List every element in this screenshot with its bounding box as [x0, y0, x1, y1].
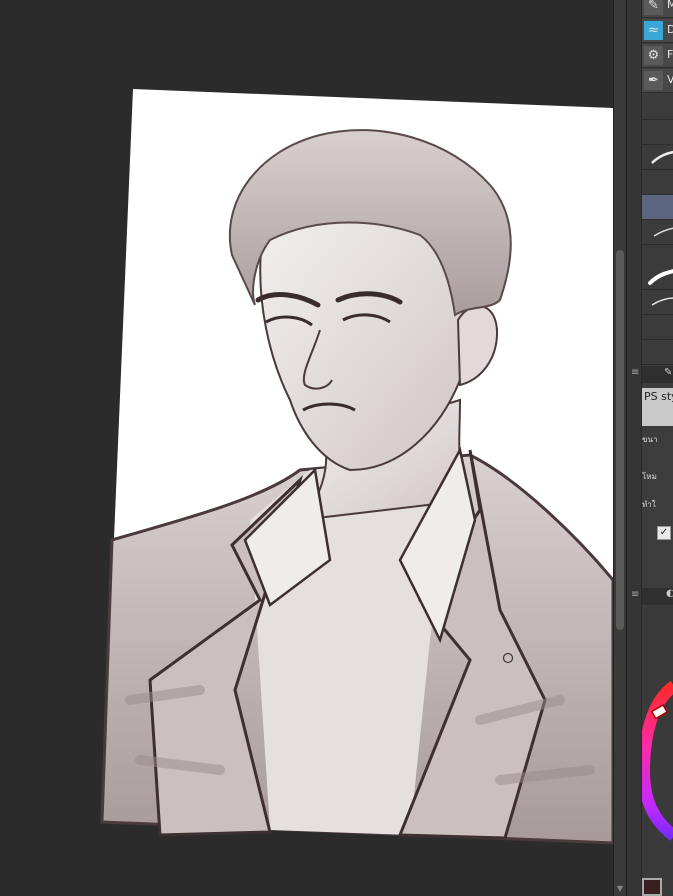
menu-icon[interactable]: ≡ [631, 589, 639, 600]
vertical-scrollbar[interactable]: ▼ [613, 0, 627, 896]
brush-stroke-preview-icon [648, 269, 673, 285]
brush-item[interactable] [642, 95, 673, 120]
option-label: ทำใ [642, 500, 656, 509]
color-ring[interactable] [642, 606, 673, 896]
sub-tool-label: M [667, 0, 673, 11]
brush-item[interactable] [642, 315, 673, 340]
brush-stroke-preview-icon [653, 227, 673, 237]
brush-item[interactable] [642, 220, 673, 245]
brush-item[interactable] [642, 170, 673, 195]
scrollbar-thumb[interactable] [616, 250, 624, 630]
color-wheel[interactable] [642, 606, 673, 896]
sub-tool-label: D [667, 23, 673, 36]
sub-tool-decoration[interactable]: ≈ D [642, 19, 673, 43]
pen-tab-icon[interactable]: ✎ [664, 367, 672, 378]
color-wheel-tab-icon[interactable]: ◐ [666, 588, 673, 599]
pen-icon: ✎ [644, 0, 663, 15]
brush-item[interactable] [642, 120, 673, 145]
sub-tool-label: V [667, 73, 673, 86]
option-checkbox[interactable]: ✓ [657, 526, 671, 540]
brush-item-selected[interactable] [642, 195, 673, 220]
scroll-down-arrow-icon[interactable]: ▼ [615, 884, 625, 894]
brush-item[interactable] [642, 265, 673, 290]
sub-tool-vector[interactable]: ✒ V [642, 69, 673, 93]
sub-tool-marker[interactable]: ✎ M [642, 0, 673, 18]
right-side-panel: ✎ M ≈ D ⚙ F ✒ V ≡ ✎ PS sty ขนา โหม ทำใ ✓… [626, 0, 673, 896]
sub-tool-settings[interactable]: ⚙ F [642, 44, 673, 68]
current-color-swatch[interactable] [642, 878, 662, 896]
tool-property-header: ≡ ✎ [631, 366, 673, 383]
blend-mode-label: โหม [642, 472, 657, 481]
illustration-canvas[interactable] [0, 0, 613, 896]
brush-stroke-preview-icon [651, 150, 673, 164]
brush-preset-name: PS sty [642, 388, 673, 426]
color-wheel-header: ≡ ◐ [631, 588, 673, 605]
canvas-workspace[interactable] [0, 0, 613, 896]
panel-side-strip [627, 0, 642, 896]
menu-icon[interactable]: ≡ [631, 367, 639, 378]
brush-size-label: ขนา [642, 435, 658, 444]
vector-pen-icon: ✒ [644, 71, 663, 90]
decoration-icon: ≈ [644, 21, 663, 40]
brush-item[interactable] [642, 290, 673, 315]
brush-item[interactable] [642, 145, 673, 170]
brush-item[interactable] [642, 340, 673, 365]
brush-stroke-preview-icon [651, 297, 673, 306]
gear-icon: ⚙ [644, 46, 663, 65]
sub-tool-label: F [667, 48, 673, 61]
